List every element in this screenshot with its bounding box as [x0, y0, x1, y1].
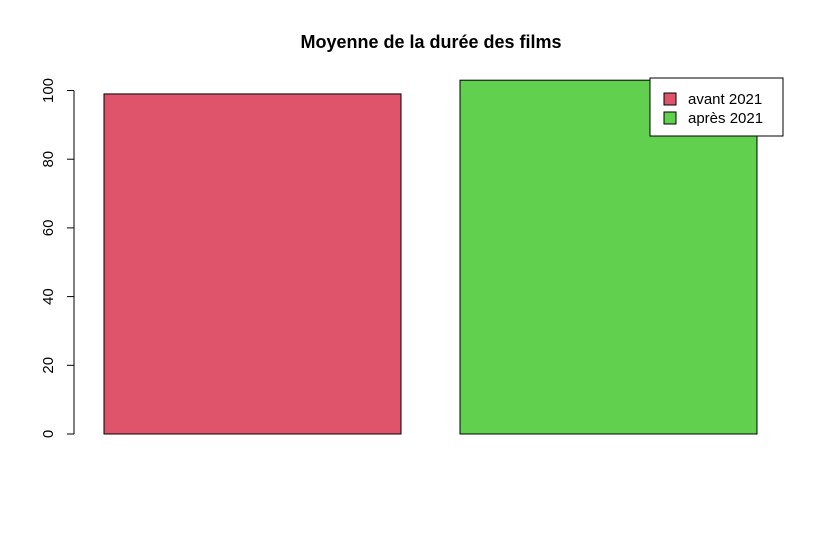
chart: Moyenne de la durée des films 0 20 40 60 80 1…	[40, 32, 784, 438]
y-axis: 0 20 40 60 80 100	[40, 78, 75, 438]
legend-swatch	[663, 92, 677, 106]
legend: avant 2021 après 2021	[649, 77, 784, 137]
y-tick-label: 40	[40, 288, 57, 305]
legend-label: après 2021	[688, 110, 763, 127]
y-tick-label: 100	[40, 78, 57, 103]
y-tick-label: 60	[40, 220, 57, 237]
y-tick-label: 0	[40, 430, 57, 438]
legend-swatch	[663, 111, 677, 125]
y-tick-label: 20	[40, 357, 57, 374]
bar-0	[103, 93, 402, 435]
y-tick-label: 80	[40, 151, 57, 168]
chart-title: Moyenne de la durée des films	[300, 32, 561, 52]
legend-label: avant 2021	[688, 91, 762, 108]
